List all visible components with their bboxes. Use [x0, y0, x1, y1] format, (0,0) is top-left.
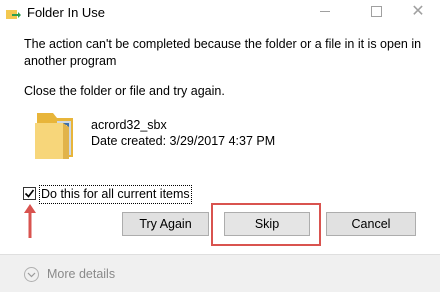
annotation-arrow-icon [24, 204, 36, 238]
file-name: acrord32_sbx [91, 118, 167, 132]
minimize-icon [320, 11, 330, 12]
maximize-icon [370, 6, 382, 17]
more-details-toggle[interactable]: More details [47, 267, 115, 282]
file-date-created: Date created: 3/29/2017 4:37 PM [91, 134, 276, 148]
close-button[interactable]: ✕ [395, 0, 440, 23]
try-again-button[interactable]: Try Again [122, 212, 209, 236]
title-bar: Folder In Use ✕ [0, 0, 440, 31]
apply-all-checkbox[interactable] [23, 187, 36, 200]
folder-icon [35, 113, 73, 159]
instruction-text: Close the folder or file and try again. [24, 84, 225, 98]
close-icon: ✕ [411, 2, 425, 20]
skip-highlight-box [211, 203, 321, 246]
maximize-button[interactable] [353, 0, 399, 23]
minimize-button[interactable] [302, 0, 348, 23]
cancel-button[interactable]: Cancel [326, 212, 416, 236]
folder-move-icon [6, 10, 21, 19]
footer-bar: More details [0, 254, 440, 292]
window-title: Folder In Use [27, 5, 106, 20]
chevron-down-icon[interactable] [24, 267, 39, 282]
error-message: The action can't be completed because th… [24, 37, 422, 68]
checkmark-icon [24, 189, 35, 198]
apply-all-label[interactable]: Do this for all current items [39, 185, 192, 204]
